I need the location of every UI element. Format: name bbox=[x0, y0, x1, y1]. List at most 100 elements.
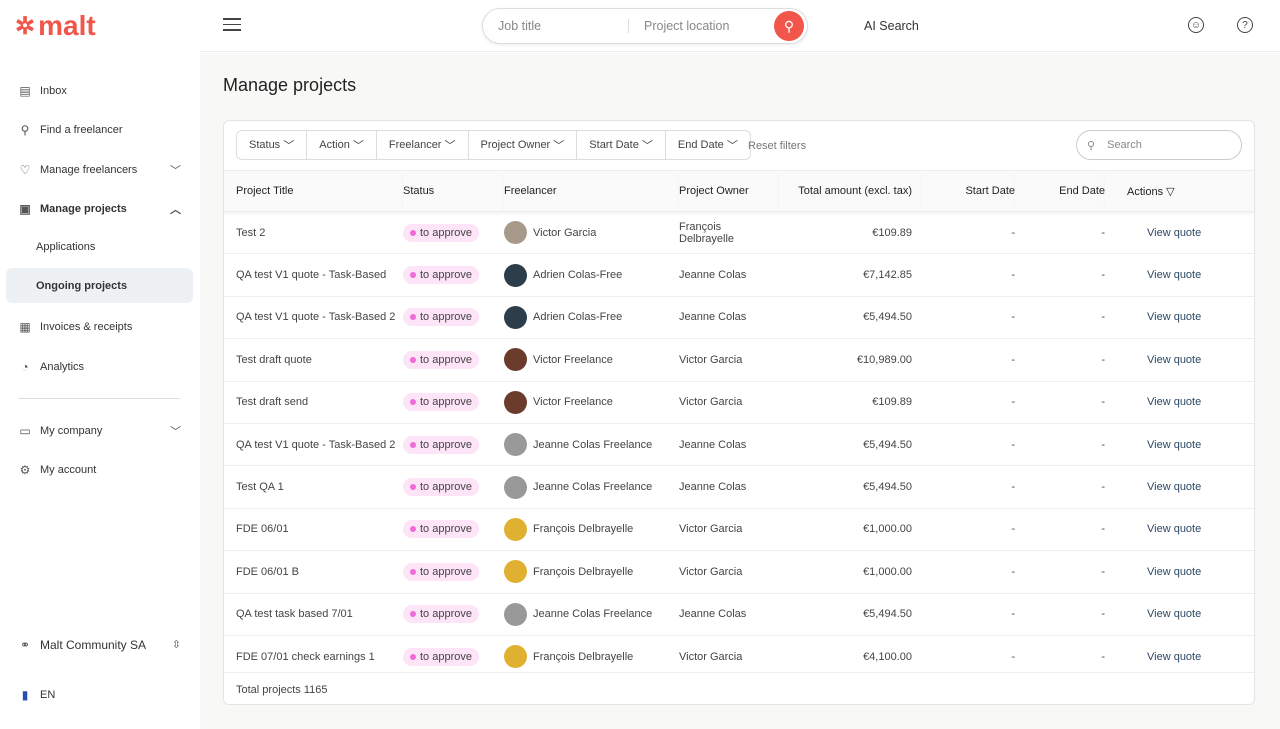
project-owner: Jeanne Colas bbox=[679, 295, 779, 339]
status-dot-icon bbox=[410, 484, 416, 491]
table-row[interactable]: Test draft quote to approve Victor Freelan… bbox=[224, 338, 1254, 382]
freelancer-cell: Jeanne Colas Freelance bbox=[504, 465, 679, 509]
freelancer-cell: Adrien Colas-Free bbox=[504, 253, 679, 297]
total-amount: €5,494.50 bbox=[779, 422, 922, 466]
sidebar-item-invoices[interactable]: ▦ Invoices & receipts bbox=[6, 309, 193, 344]
start-date: - bbox=[922, 295, 1015, 339]
language-selector[interactable]: ▮ EN bbox=[6, 677, 193, 712]
end-date: - bbox=[1015, 380, 1105, 424]
column-header[interactable]: Project Owner bbox=[679, 170, 779, 212]
support-icon[interactable]: ☺ bbox=[1188, 17, 1204, 33]
project-owner: Victor Garcia bbox=[679, 550, 779, 594]
view-quote-link[interactable]: View quote bbox=[1105, 550, 1254, 594]
job-search-bar: Job title Project location ⚲ bbox=[482, 8, 808, 44]
column-header[interactable]: Actions ▽ bbox=[1105, 170, 1254, 212]
reset-filters-button[interactable]: Reset filters bbox=[748, 140, 806, 152]
column-header[interactable]: Status bbox=[403, 170, 504, 212]
avatar bbox=[504, 560, 527, 584]
filter-freelancer[interactable]: Freelancer ﹀ bbox=[377, 131, 469, 159]
status-dot-icon bbox=[410, 526, 416, 533]
chevron-down-icon: ﹀ bbox=[170, 425, 181, 438]
ai-search-link[interactable]: AI Search bbox=[864, 19, 919, 33]
search-button[interactable]: ⚲ bbox=[774, 11, 804, 41]
table-row[interactable]: FDE 06/01 to approve François Delbrayelle V… bbox=[224, 507, 1254, 551]
view-quote-link[interactable]: View quote bbox=[1105, 210, 1254, 254]
freelancer-cell: François Delbrayelle bbox=[504, 507, 679, 551]
sidebar-item-manage-projects[interactable]: ▣ Manage projects ︿ bbox=[6, 191, 193, 226]
table-footer: Total projects 1165 bbox=[224, 672, 1254, 704]
sidebar-item-ongoing-projects[interactable]: Ongoing projects bbox=[6, 268, 193, 303]
table-row[interactable]: QA test task based 7/01 to approve Jeanne … bbox=[224, 592, 1254, 636]
status-badge: to approve bbox=[403, 350, 479, 369]
sidebar-item-applications[interactable]: Applications bbox=[6, 229, 193, 264]
table-row[interactable]: QA test V1 quote - Task-Based 2 to approv… bbox=[224, 422, 1254, 466]
project-owner: Jeanne Colas bbox=[679, 592, 779, 636]
help-icon[interactable]: ? bbox=[1237, 17, 1253, 33]
chevron-up-icon: ︿ bbox=[170, 203, 181, 216]
freelancer-cell: Victor Freelance bbox=[504, 338, 679, 382]
table-row[interactable]: QA test V1 quote - Task-Based 2 to approv… bbox=[224, 295, 1254, 339]
view-quote-link[interactable]: View quote bbox=[1105, 253, 1254, 297]
projects-card: Status ﹀ Action ﹀ Freelancer ﹀ Project O… bbox=[223, 120, 1255, 705]
view-quote-link[interactable]: View quote bbox=[1105, 507, 1254, 551]
project-title: QA test V1 quote - Task-Based bbox=[224, 253, 403, 297]
view-quote-link[interactable]: View quote bbox=[1105, 465, 1254, 509]
filter-status[interactable]: Status ﹀ bbox=[237, 131, 308, 159]
table-row[interactable]: Test QA 1 to approve Jeanne Colas Freelanc… bbox=[224, 465, 1254, 509]
total-amount: €5,494.50 bbox=[779, 465, 922, 509]
status-cell: to approve bbox=[403, 295, 504, 339]
view-quote-link[interactable]: View quote bbox=[1105, 338, 1254, 382]
filter-action[interactable]: Action ﹀ bbox=[307, 131, 377, 159]
start-date: - bbox=[922, 253, 1015, 297]
filter-project-owner[interactable]: Project Owner ﹀ bbox=[469, 131, 578, 159]
end-date: - bbox=[1015, 592, 1105, 636]
company-switcher[interactable]: ⚭ Malt Community SA ⇳ bbox=[6, 627, 193, 662]
project-owner: Victor Garcia bbox=[679, 338, 779, 382]
table-row[interactable]: QA test V1 quote - Task-Based to approve A… bbox=[224, 253, 1254, 297]
avatar bbox=[504, 433, 527, 457]
column-header[interactable]: Total amount (excl. tax) bbox=[779, 170, 922, 212]
job-title-input[interactable]: Job title bbox=[483, 19, 629, 33]
briefcase-icon: ▭ bbox=[19, 423, 31, 438]
table-row[interactable]: Test 2 to approve Victor Garcia François De… bbox=[224, 210, 1254, 254]
company-icon: ⚭ bbox=[19, 637, 31, 652]
freelancer-cell: Victor Freelance bbox=[504, 380, 679, 424]
sidebar-item-analytics[interactable]: ◔ Analytics bbox=[6, 349, 193, 384]
start-date: - bbox=[922, 507, 1015, 551]
malt-logo[interactable]: ✲ malt bbox=[15, 10, 96, 42]
table-search-input[interactable]: ⚲ Search bbox=[1076, 130, 1242, 160]
table-row[interactable]: Test draft send to approve Victor Freelanc… bbox=[224, 380, 1254, 424]
heart-icon: ♡ bbox=[19, 162, 31, 177]
column-header[interactable]: Freelancer bbox=[504, 170, 679, 212]
status-dot-icon bbox=[410, 568, 416, 575]
view-quote-link[interactable]: View quote bbox=[1105, 295, 1254, 339]
project-location-input[interactable]: Project location bbox=[629, 19, 774, 33]
start-date: - bbox=[922, 380, 1015, 424]
sidebar-item-inbox[interactable]: ▤ Inbox bbox=[6, 73, 193, 108]
sidebar-item-manage-freelancers[interactable]: ♡ Manage freelancers ﹀ bbox=[6, 152, 193, 187]
filter-start-date[interactable]: Start Date ﹀ bbox=[577, 131, 666, 159]
avatar bbox=[504, 475, 527, 499]
sidebar-item-my-company[interactable]: ▭ My company ﹀ bbox=[6, 413, 193, 448]
start-date: - bbox=[922, 338, 1015, 382]
column-header[interactable]: Start Date bbox=[922, 170, 1015, 212]
status-badge: to approve bbox=[403, 647, 479, 666]
status-cell: to approve bbox=[403, 592, 504, 636]
menu-icon[interactable] bbox=[223, 18, 241, 35]
sidebar-item-my-account[interactable]: ⚙ My account bbox=[6, 452, 193, 487]
chart-icon: ◔ bbox=[21, 359, 29, 374]
view-quote-link[interactable]: View quote bbox=[1105, 422, 1254, 466]
projects-table: Project Title Status Freelancer Project Own… bbox=[224, 170, 1254, 678]
filter-end-date[interactable]: End Date ﹀ bbox=[666, 131, 750, 159]
column-header[interactable]: End Date bbox=[1015, 170, 1105, 212]
view-quote-link[interactable]: View quote bbox=[1105, 592, 1254, 636]
table-row[interactable]: FDE 06/01 Bto approve François Delbrayell… bbox=[224, 550, 1254, 594]
status-dot-icon bbox=[410, 272, 416, 279]
logo-icon: ✲ bbox=[15, 12, 36, 40]
column-header[interactable]: Project Title bbox=[224, 170, 403, 212]
view-quote-link[interactable]: View quote bbox=[1105, 380, 1254, 424]
end-date: - bbox=[1015, 295, 1105, 339]
sidebar-item-find-freelancer[interactable]: ⚲ Find a freelancer bbox=[6, 112, 193, 147]
total-amount: €1,000.00 bbox=[779, 550, 922, 594]
status-cell: to approve bbox=[403, 253, 504, 297]
